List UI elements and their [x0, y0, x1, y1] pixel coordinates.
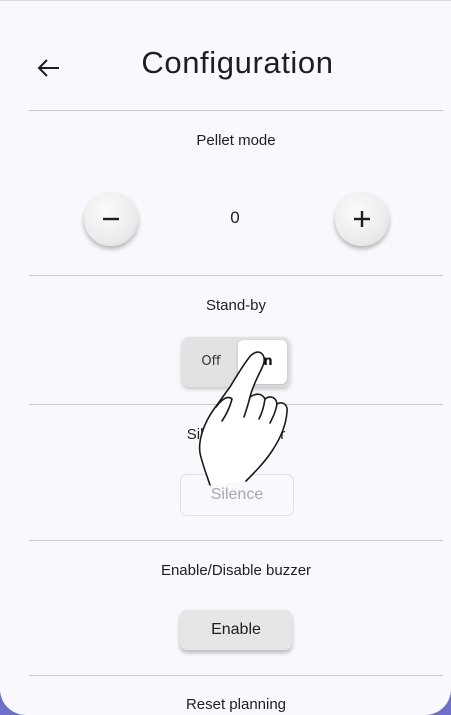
standby-toggle: Off On — [182, 337, 290, 387]
reset-planning-label: Reset planning — [185, 696, 287, 713]
standby-on-option[interactable]: On — [238, 340, 287, 384]
silence-buzzer-label: Silence buzzer — [186, 426, 286, 443]
standby-label: Stand-by — [205, 297, 267, 314]
plus-icon — [354, 211, 370, 227]
divider — [29, 404, 443, 405]
divider — [29, 675, 443, 676]
pellet-mode-label: Pellet mode — [196, 132, 276, 149]
silence-button[interactable]: Silence — [180, 474, 294, 516]
decrement-button[interactable] — [84, 192, 138, 246]
top-border — [0, 0, 451, 1]
divider — [29, 110, 443, 111]
divider — [29, 540, 443, 541]
minus-icon — [103, 217, 119, 221]
divider — [29, 275, 443, 276]
back-button[interactable] — [36, 55, 62, 81]
pellet-mode-value: 0 — [230, 208, 240, 227]
enable-buzzer-button[interactable]: Enable — [180, 610, 292, 650]
screen: Configuration Pellet mode 0 Stand-by Off… — [0, 0, 451, 715]
standby-off-option[interactable]: Off — [186, 343, 236, 381]
configuration-panel: Configuration Pellet mode 0 Stand-by Off… — [0, 0, 451, 715]
page-title: Configuration — [141, 45, 334, 80]
increment-button[interactable] — [335, 192, 389, 246]
buzzer-toggle-label: Enable/Disable buzzer — [160, 562, 312, 579]
arrow-left-icon — [37, 59, 59, 77]
